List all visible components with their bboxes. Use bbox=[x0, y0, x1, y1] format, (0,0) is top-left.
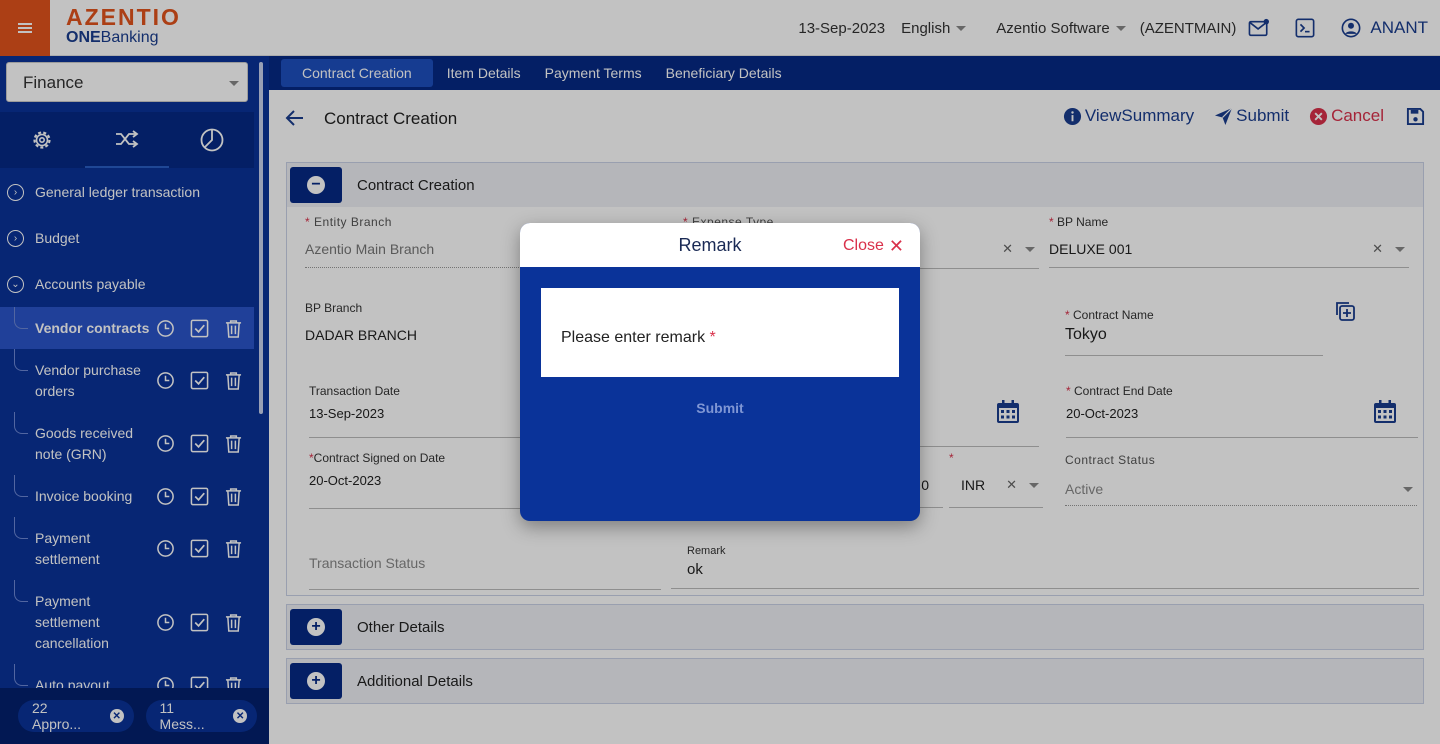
remark-input[interactable]: Please enter remark * bbox=[541, 288, 899, 377]
remark-input-label: Please enter remark * bbox=[561, 329, 716, 346]
close-icon: ✕ bbox=[888, 236, 904, 256]
remark-dialog: Remark Close ✕ Please enter remark * Subm… bbox=[520, 223, 920, 521]
dialog-submit-button[interactable]: Submit bbox=[520, 400, 920, 416]
close-button[interactable]: Close ✕ bbox=[843, 237, 904, 255]
